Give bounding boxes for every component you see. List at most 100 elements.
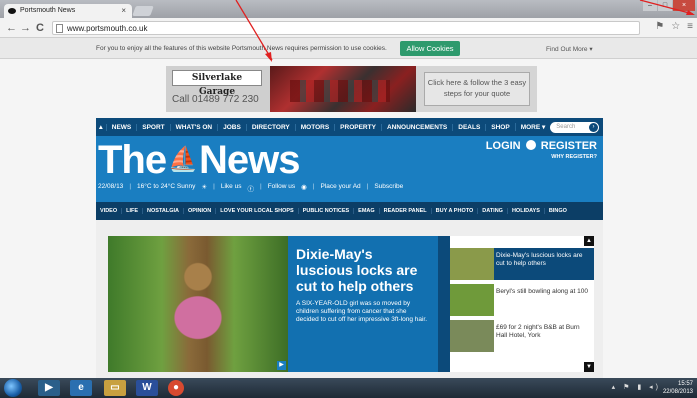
tab-title: Portsmouth News: [20, 7, 76, 14]
address-bar[interactable]: www.portsmouth.co.uk: [52, 21, 640, 35]
info-bar: 22/08/13 | 16°C to 24°C Sunny ☀ | Like u…: [98, 183, 404, 193]
login-register: LOGIN REGISTER: [486, 140, 597, 152]
play-icon[interactable]: ▶: [277, 361, 286, 370]
story-thumbnail: [450, 284, 494, 316]
file-explorer-icon[interactable]: ▭: [104, 380, 126, 396]
page-icon: [56, 24, 63, 33]
follow-us-link[interactable]: Follow us: [268, 183, 295, 193]
subnav-item-local-shops[interactable]: LOVE YOUR LOCAL SHOPS: [215, 208, 297, 214]
content-area: ▶ Dixie-May's luscious locks are cut to …: [96, 220, 603, 378]
story-list: Dixie-May's luscious locks are cut to he…: [450, 236, 594, 372]
list-item[interactable]: Dixie-May's luscious locks are cut to he…: [450, 248, 594, 280]
minimize-icon[interactable]: –: [643, 0, 657, 11]
subnav-item-buy-photo[interactable]: BUY A PHOTO: [430, 208, 478, 214]
logo-text-news: News: [199, 138, 300, 182]
web-page: For you to enjoy all the features of thi…: [0, 38, 697, 378]
login-link[interactable]: LOGIN: [486, 140, 521, 152]
system-tray-icons[interactable]: ▴ ⚑ ▮ ◂): [612, 383, 661, 391]
nav-item-jobs[interactable]: JOBS: [217, 123, 246, 131]
site-logo[interactable]: The⛵News: [98, 138, 301, 183]
flag-icon[interactable]: ⚑: [655, 21, 664, 32]
advert-phone: Call 01489 772 230: [172, 94, 259, 105]
date-text: 22/08/13: [98, 183, 124, 190]
clock[interactable]: 15:57 22/08/2013: [663, 380, 693, 396]
twitter-icon[interactable]: ◉: [301, 183, 307, 193]
subnav-item-life[interactable]: LIFE: [121, 208, 142, 214]
advert-left-panel: Silverlake Garage Call 01489 772 230: [166, 66, 270, 112]
screen: Portsmouth News × – □ × ← → C www.portsm…: [0, 0, 697, 398]
subnav-item-holidays[interactable]: HOLIDAYS: [506, 208, 544, 214]
logo-text-the: The: [98, 138, 167, 182]
story-title: Beryl's still bowling along at 100: [496, 288, 588, 295]
search-input[interactable]: Search ›: [550, 121, 599, 133]
nav-item-announcements[interactable]: ANNOUNCEMENTS: [380, 123, 452, 131]
why-register-link[interactable]: WHY REGISTER?: [551, 154, 597, 160]
weather-text: 16°C to 24°C Sunny: [137, 183, 196, 190]
nav-item-property[interactable]: PROPERTY: [334, 123, 381, 131]
subnav-item-reader-panel[interactable]: READER PANEL: [378, 208, 431, 214]
media-player-icon[interactable]: ▶: [38, 380, 60, 396]
advert-cta-button[interactable]: Click here & follow the 3 easy steps for…: [424, 72, 530, 106]
nav-item-whats-on[interactable]: WHAT'S ON: [169, 123, 217, 131]
nav-item-sport[interactable]: SPORT: [136, 123, 169, 131]
search-placeholder: Search: [556, 123, 576, 130]
back-arrow-icon[interactable]: ←: [6, 21, 17, 35]
menu-icon[interactable]: ≡: [687, 21, 693, 32]
forward-arrow-icon[interactable]: →: [20, 21, 31, 35]
subnav-item-public-notices[interactable]: PUBLIC NOTICES: [297, 208, 353, 214]
subnav-item-dating[interactable]: DATING: [477, 208, 507, 214]
home-icon[interactable]: ▲: [96, 118, 106, 136]
browser-tab[interactable]: Portsmouth News ×: [4, 4, 132, 18]
list-item[interactable]: £69 for 2 night's B&B at Burn Hall Hotel…: [450, 320, 594, 352]
window-controls: – □ ×: [643, 0, 695, 12]
hero-story[interactable]: Dixie-May's luscious locks are cut to he…: [288, 236, 438, 372]
scroll-down-icon[interactable]: ▼: [584, 362, 594, 372]
like-us-link[interactable]: Like us: [221, 183, 242, 193]
cookie-message: For you to enjoy all the features of thi…: [96, 45, 387, 52]
chrome-icon[interactable]: ●: [168, 380, 184, 396]
advert-cars-image: [270, 66, 416, 112]
search-go-icon[interactable]: ›: [589, 122, 598, 132]
nav-item-directory[interactable]: DIRECTORY: [245, 123, 295, 131]
list-item[interactable]: Beryl's still bowling along at 100: [450, 284, 594, 316]
nav-item-news[interactable]: NEWS: [105, 123, 137, 131]
story-thumbnail: [450, 320, 494, 352]
windows-taskbar: ▶ e ▭ W ● ▴ ⚑ ▮ ◂) 15:57 22/08/2013: [0, 378, 697, 398]
sun-icon: ☀: [201, 184, 208, 191]
internet-explorer-icon[interactable]: e: [70, 380, 92, 396]
word-icon[interactable]: W: [136, 380, 158, 396]
new-tab-button[interactable]: [132, 6, 154, 16]
allow-cookies-button[interactable]: Allow Cookies: [400, 41, 460, 56]
scroll-up-icon[interactable]: ▲: [584, 236, 594, 246]
start-button[interactable]: [4, 379, 22, 397]
hero-image[interactable]: ▶: [108, 236, 288, 372]
bookmark-star-icon[interactable]: ☆: [671, 21, 680, 32]
subnav-item-opinion[interactable]: OPINION: [183, 208, 215, 214]
nav-item-deals[interactable]: DEALS: [452, 123, 485, 131]
find-out-more-link[interactable]: Find Out More ▾: [546, 45, 593, 53]
nav-item-shop[interactable]: SHOP: [485, 123, 514, 131]
register-link[interactable]: REGISTER: [541, 140, 597, 152]
hero-summary: A SIX-YEAR-OLD girl was so moved by chil…: [296, 300, 428, 323]
nav-item-motors[interactable]: MOTORS: [294, 123, 334, 131]
subnav-item-emag[interactable]: EMAG: [353, 208, 379, 214]
clock-date: 22/08/2013: [662, 389, 693, 395]
story-thumbnail: [450, 248, 494, 280]
hero-headline[interactable]: Dixie-May's luscious locks are cut to he…: [296, 246, 430, 294]
place-ad-link[interactable]: Place your Ad: [321, 183, 361, 193]
advert-banner[interactable]: Silverlake Garage Call 01489 772 230 Cli…: [166, 66, 537, 112]
subnav-item-video[interactable]: VIDEO: [96, 208, 121, 214]
maximize-icon[interactable]: □: [658, 0, 672, 11]
close-window-icon[interactable]: ×: [673, 0, 695, 11]
feature-carousel: ▶ Dixie-May's luscious locks are cut to …: [108, 236, 594, 372]
masthead: The⛵News LOGIN REGISTER WHY REGISTER? 22…: [96, 136, 603, 202]
nav-item-more[interactable]: MORE ▾: [514, 123, 551, 131]
main-nav: ▲ NEWS SPORT WHAT'S ON JOBS DIRECTORY MO…: [96, 118, 603, 136]
subnav-item-nostalgia[interactable]: NOSTALGIA: [142, 208, 183, 214]
ship-icon: ⛵: [168, 146, 198, 173]
reload-icon[interactable]: C: [36, 21, 44, 35]
subscribe-link[interactable]: Subscribe: [374, 183, 403, 193]
subnav-item-bingo[interactable]: BINGO: [543, 208, 571, 214]
facebook-icon[interactable]: ⓕ: [247, 183, 254, 193]
tab-close-icon[interactable]: ×: [121, 6, 126, 15]
